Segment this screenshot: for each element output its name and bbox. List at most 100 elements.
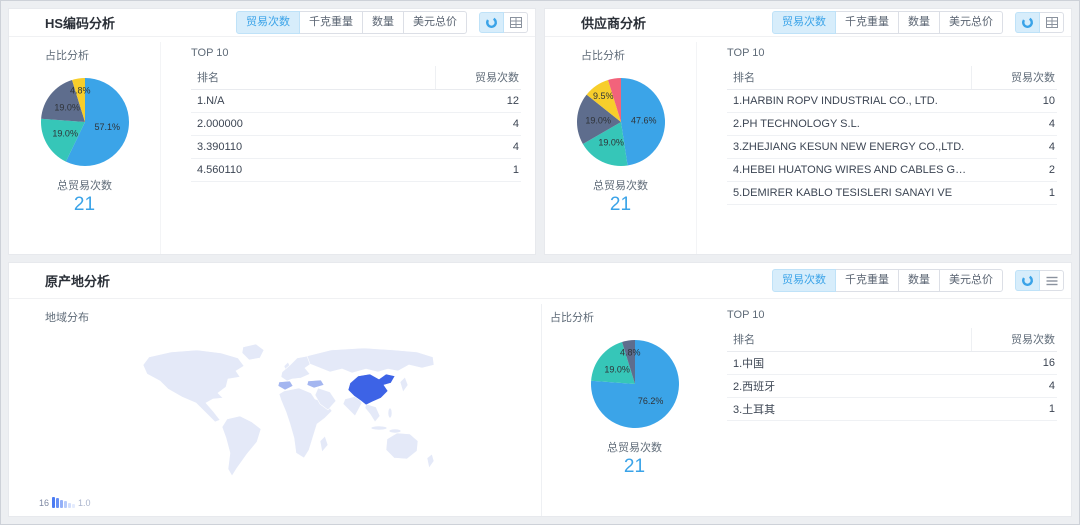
origin-pie-chart[interactable]: 76.2%19.0%4.8%: [589, 338, 681, 430]
table-view-toggle-button[interactable]: [1039, 12, 1064, 33]
origin-right-section: 占比分析 76.2%19.0%4.8% 总贸易次数 21 TOP 10 排名 贸…: [542, 304, 1071, 516]
table-row[interactable]: 3.3901104: [191, 135, 521, 158]
column-header-trade-count: 贸易次数: [971, 328, 1057, 351]
list-view-toggle-button[interactable]: [1039, 270, 1064, 291]
metric-button[interactable]: 贸易次数: [236, 11, 300, 34]
table-row[interactable]: 4.HEBEI HUATONG WIRES AND CABLES GROUP C…: [727, 158, 1057, 181]
hs-pie-chart[interactable]: 57.1%19.0%19.0%4.8%: [39, 76, 131, 168]
map-indonesia-east: [389, 429, 401, 433]
value-cell: 4: [435, 112, 521, 135]
table-row[interactable]: 2.0000004: [191, 112, 521, 135]
pie-slice-label: 76.2%: [637, 396, 663, 406]
table-row[interactable]: 1.HARBIN ROPV INDUSTRIAL CO., LTD.10: [727, 89, 1057, 112]
pie-slice-label: 4.8%: [70, 86, 91, 96]
legend-bar: [56, 498, 59, 508]
world-map[interactable]: [139, 341, 439, 481]
metric-button[interactable]: 美元总价: [939, 11, 1003, 34]
top10-table: 排名 贸易次数 1.中国162.西班牙43.土耳其1: [727, 328, 1057, 421]
map-greenland: [242, 344, 264, 360]
value-cell: 1: [971, 181, 1057, 204]
section-label-top10: TOP 10: [191, 47, 229, 59]
table-row[interactable]: 2.PH TECHNOLOGY S.L.4: [727, 112, 1057, 135]
value-cell: 1: [435, 158, 521, 181]
panel-header: 原产地分析 贸易次数千克重量数量美元总价: [9, 263, 1071, 299]
top10-table: 排名 贸易次数 1.N/A122.00000043.39011044.56011…: [191, 66, 521, 182]
table-row[interactable]: 3.土耳其1: [727, 397, 1057, 420]
panel-origin-analysis: 原产地分析 贸易次数千克重量数量美元总价 地域分布: [8, 262, 1072, 517]
map-new-zealand: [427, 454, 434, 468]
section-label-top10: TOP 10: [727, 47, 765, 59]
table-icon: [510, 17, 522, 28]
metric-button[interactable]: 美元总价: [939, 269, 1003, 292]
table-row[interactable]: 1.中国16: [727, 351, 1057, 374]
legend-bar: [64, 501, 67, 508]
legend-bar: [60, 500, 63, 508]
metric-button-group: 贸易次数千克重量数量美元总价: [772, 269, 1003, 292]
table-row[interactable]: 2.西班牙4: [727, 374, 1057, 397]
value-cell: 10: [971, 89, 1057, 112]
map-country-spain[interactable]: [278, 381, 293, 390]
map-north-america: [143, 350, 244, 422]
table-row[interactable]: 4.5601101: [191, 158, 521, 181]
region-distribution-section: 地域分布: [9, 304, 542, 516]
pie-chart-icon: [485, 16, 498, 29]
column-header-rank: 排名: [727, 66, 971, 89]
value-cell: 4: [971, 135, 1057, 158]
section-label-proportion: 占比分析: [545, 47, 625, 63]
map-country-turkey[interactable]: [307, 380, 324, 388]
column-header-trade-count: 贸易次数: [435, 66, 521, 89]
table-row[interactable]: 5.DEMIRER KABLO TESISLERI SANAYI VE1: [727, 181, 1057, 204]
metric-button[interactable]: 千克重量: [835, 269, 899, 292]
pie-view-toggle-button[interactable]: [1015, 12, 1040, 33]
map-indonesia: [371, 426, 387, 430]
trade-analytics-dashboard: HS编码分析 贸易次数千克重量数量美元总价 占比分析: [0, 0, 1080, 525]
metric-button-group: 贸易次数千克重量数量美元总价: [236, 11, 467, 34]
chart-type-toggle: [479, 12, 528, 33]
chart-type-toggle: [1015, 270, 1064, 291]
total-trades-value: 21: [74, 194, 95, 216]
pie-view-toggle-button[interactable]: [1015, 270, 1040, 291]
metric-button[interactable]: 贸易次数: [772, 269, 836, 292]
total-trades-value: 21: [624, 456, 645, 478]
legend-max-value: 16: [39, 498, 49, 508]
rank-cell: 2.PH TECHNOLOGY S.L.: [727, 112, 971, 135]
metric-button-group: 贸易次数千克重量数量美元总价: [772, 11, 1003, 34]
header-controls: 贸易次数千克重量数量美元总价: [772, 269, 1064, 292]
panel-body: 占比分析 57.1%19.0%19.0%4.8% 总贸易次数 21 TOP 10…: [9, 37, 535, 254]
rank-cell: 3.390110: [191, 135, 435, 158]
table-header: 排名 贸易次数: [727, 66, 1057, 89]
map-japan: [400, 377, 408, 392]
metric-button[interactable]: 数量: [362, 11, 404, 34]
section-label-proportion: 占比分析: [9, 47, 89, 63]
table-row[interactable]: 3.ZHEJIANG KESUN NEW ENERGY CO.,LTD.4: [727, 135, 1057, 158]
panel-header: HS编码分析 贸易次数千克重量数量美元总价: [9, 9, 535, 37]
top10-section: TOP 10 排名 贸易次数 1.HARBIN ROPV INDUSTRIAL …: [697, 42, 1071, 254]
section-label-region: 地域分布: [9, 309, 89, 325]
metric-button[interactable]: 贸易次数: [772, 11, 836, 34]
proportion-section: 占比分析 57.1%19.0%19.0%4.8% 总贸易次数 21: [9, 42, 161, 254]
metric-button[interactable]: 美元总价: [403, 11, 467, 34]
supplier-pie-chart[interactable]: 47.6%19.0%19.0%9.5%: [575, 76, 667, 168]
rank-cell: 3.ZHEJIANG KESUN NEW ENERGY CO.,LTD.: [727, 135, 971, 158]
panel-body: 占比分析 47.6%19.0%19.0%9.5% 总贸易次数 21 TOP 10…: [545, 37, 1071, 254]
pie-slice-label: 19.0%: [604, 365, 630, 375]
metric-button[interactable]: 数量: [898, 269, 940, 292]
metric-button[interactable]: 千克重量: [835, 11, 899, 34]
map-visualmap-legend[interactable]: 16 1.0: [39, 497, 541, 508]
table-view-toggle-button[interactable]: [503, 12, 528, 33]
map-south-america: [222, 416, 261, 476]
metric-button[interactable]: 千克重量: [299, 11, 363, 34]
map-philippines: [388, 408, 392, 418]
pie-view-toggle-button[interactable]: [479, 12, 504, 33]
panel-title: 原产地分析: [45, 271, 110, 290]
value-cell: 12: [435, 89, 521, 112]
table-icon: [1046, 17, 1058, 28]
rank-cell: 3.土耳其: [727, 397, 971, 420]
map-europe: [281, 356, 312, 381]
rank-cell: 1.中国: [727, 351, 971, 374]
value-cell: 4: [971, 374, 1057, 397]
metric-button[interactable]: 数量: [898, 11, 940, 34]
top10-section: TOP 10 排名 贸易次数 1.中国162.西班牙43.土耳其1: [727, 304, 1071, 516]
table-row[interactable]: 1.N/A12: [191, 89, 521, 112]
panel-header: 供应商分析 贸易次数千克重量数量美元总价: [545, 9, 1071, 37]
